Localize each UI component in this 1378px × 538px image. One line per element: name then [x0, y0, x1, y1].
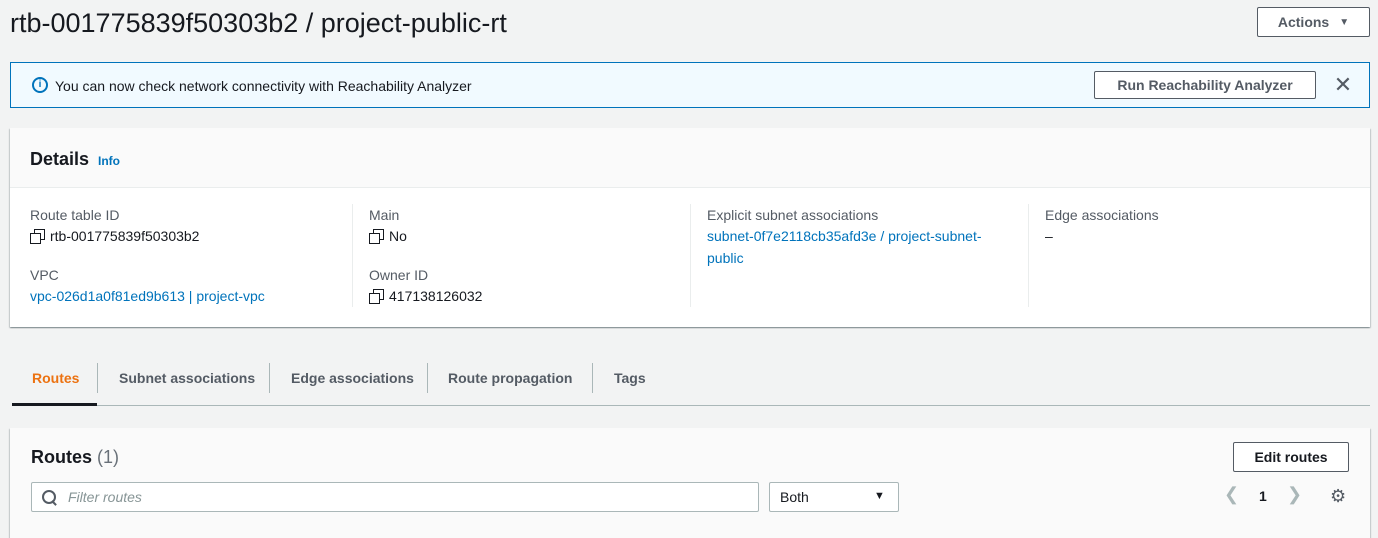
alert-text: You can now check network connectivity w… — [55, 78, 472, 94]
tab-routes[interactable]: Routes — [32, 349, 79, 406]
edit-routes-button[interactable]: Edit routes — [1233, 442, 1349, 472]
vpc-label: VPC — [30, 267, 59, 283]
page-title: rtb-001775839f50303b2 / project-public-r… — [10, 8, 507, 38]
route-table-id-label: Route table ID — [30, 207, 120, 223]
info-icon: i — [32, 77, 48, 93]
tab-separator — [592, 363, 593, 393]
route-table-id-value: rtb-001775839f50303b2 — [30, 227, 199, 245]
filter-routes-input[interactable] — [66, 487, 746, 507]
caret-down-icon: ▼ — [874, 490, 885, 502]
chevron-right-icon[interactable]: ❯ — [1287, 484, 1302, 505]
tab-route-propagation[interactable]: Route propagation — [448, 349, 572, 406]
main-value: No — [369, 227, 407, 245]
info-link[interactable]: Info — [98, 154, 120, 168]
info-alert: i You can now check network connectivity… — [10, 62, 1370, 108]
copy-icon[interactable] — [369, 229, 384, 244]
caret-down-icon: ▼ — [1339, 16, 1350, 28]
explicit-subnet-associations-label: Explicit subnet associations — [707, 207, 879, 223]
vpc-link[interactable]: vpc-026d1a0f81ed9b613 | project-vpc — [30, 287, 265, 305]
select-value: Both — [780, 489, 809, 505]
tab-edge-associations[interactable]: Edge associations — [291, 349, 414, 406]
routes-title: Routes (1) — [31, 446, 119, 468]
page-number[interactable]: 1 — [1259, 488, 1267, 504]
tab-separator — [269, 363, 270, 393]
search-icon — [42, 490, 58, 506]
tab-separator — [97, 363, 98, 393]
owner-id-label: Owner ID — [369, 267, 429, 283]
route-table-id-text: rtb-001775839f50303b2 — [50, 228, 200, 244]
edge-associations-value: – — [1045, 228, 1053, 244]
routes-count: (1) — [97, 447, 120, 467]
main-label: Main — [369, 207, 400, 223]
column-divider — [352, 204, 353, 307]
close-icon[interactable]: ✕ — [1329, 71, 1357, 99]
active-tab-indicator — [12, 403, 97, 406]
copy-icon[interactable] — [369, 289, 384, 304]
tab-separator — [427, 363, 428, 393]
run-reachability-analyzer-button[interactable]: Run Reachability Analyzer — [1094, 71, 1316, 99]
details-title: Details — [30, 149, 90, 169]
details-header: Details Info — [10, 128, 1370, 188]
details-panel: Details Info Route table ID rtb-00177583… — [10, 128, 1370, 327]
owner-id-text: 417138126032 — [389, 288, 483, 304]
owner-id-value: 417138126032 — [369, 287, 482, 305]
routes-title-text: Routes — [31, 447, 93, 467]
main-text: No — [389, 228, 407, 244]
actions-button[interactable]: Actions ▼ — [1257, 7, 1370, 37]
route-type-select[interactable]: Both ▼ — [769, 482, 899, 512]
tab-subnet-associations[interactable]: Subnet associations — [119, 349, 255, 406]
explicit-subnet-link[interactable]: subnet-0f7e2118cb35afd3e / project-subne… — [707, 225, 1007, 269]
tab-bar: Routes Subnet associations Edge associat… — [12, 349, 1370, 406]
copy-icon[interactable] — [30, 229, 45, 244]
routes-panel: Routes (1) Edit routes Both ▼ ❮ 1 ❯ ⚙ — [10, 428, 1370, 538]
filter-routes-box[interactable] — [31, 482, 759, 512]
actions-label: Actions — [1277, 14, 1330, 30]
gear-icon[interactable]: ⚙ — [1330, 487, 1348, 505]
edge-associations-label: Edge associations — [1045, 207, 1159, 223]
column-divider — [690, 204, 691, 307]
column-divider — [1028, 204, 1029, 307]
chevron-left-icon[interactable]: ❮ — [1224, 484, 1239, 505]
tab-tags[interactable]: Tags — [614, 349, 646, 406]
